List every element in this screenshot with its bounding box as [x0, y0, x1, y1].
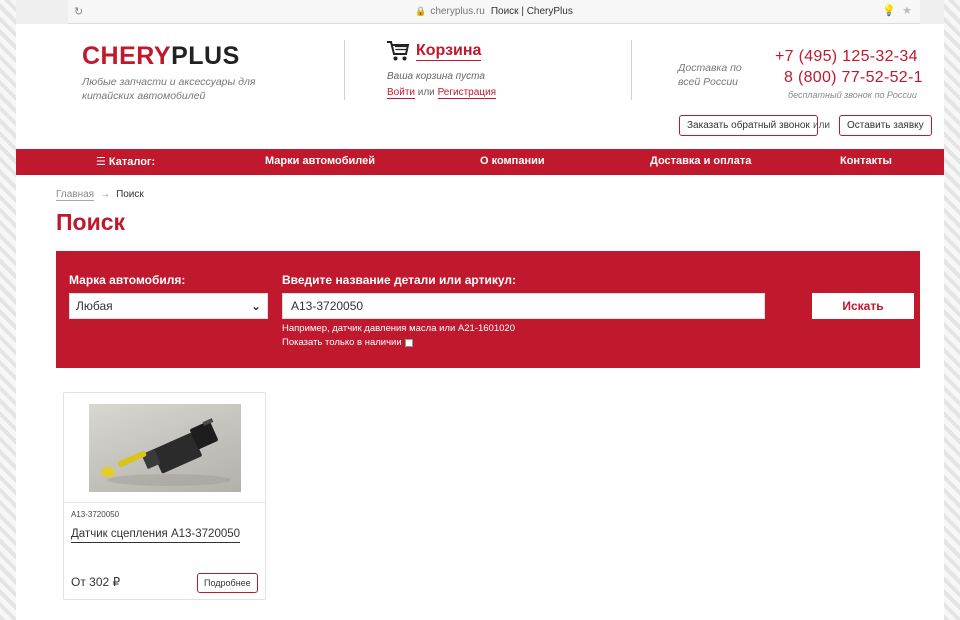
breadcrumb: Главная → Поиск	[56, 189, 144, 201]
nav-item-contacts[interactable]: Контакты	[840, 155, 892, 167]
product-name-link[interactable]: Датчик сцепления A13-3720050	[71, 527, 241, 543]
clutch-sensor-picture	[101, 418, 231, 486]
leave-request-button[interactable]: Оставить заявку	[839, 115, 932, 136]
register-link[interactable]: Регистрация	[437, 87, 497, 99]
left-side-pattern	[0, 0, 16, 620]
in-stock-filter[interactable]: Показать только в наличии	[282, 337, 413, 348]
car-brand-label: Марка автомобиля:	[69, 273, 186, 287]
cart-link[interactable]: Корзина	[416, 41, 482, 61]
bookmark-star-icon[interactable]: ★	[902, 4, 912, 17]
free-call-note: бесплатный звонок по России	[788, 90, 917, 100]
auth-or-text: или	[417, 87, 435, 98]
product-image[interactable]	[89, 404, 241, 492]
site-tagline: Любые запчасти и аксессуары для китайски…	[82, 76, 256, 102]
search-hint: Например, датчик давления масла или A21-…	[282, 323, 515, 334]
breadcrumb-home-link[interactable]: Главная	[56, 189, 95, 201]
chevron-down-icon: ⌄	[250, 299, 261, 313]
page: CHERYPLUS Любые запчасти и аксессуары дл…	[16, 24, 944, 620]
main-navigation: ☰ Каталог: Марки автомобилей О компании Д…	[16, 149, 944, 175]
or-text: или	[813, 120, 831, 131]
page-title: Поиск	[56, 209, 126, 235]
nav-item-car-brands[interactable]: Марки автомобилей	[265, 155, 375, 167]
right-side-pattern	[944, 0, 960, 620]
search-button[interactable]: Искать	[812, 293, 914, 319]
part-search-input[interactable]	[282, 293, 765, 319]
nav-item-about[interactable]: О компании	[480, 155, 545, 167]
breadcrumb-current: Поиск	[116, 189, 144, 200]
part-query-label: Введите название детали или артикул:	[282, 273, 516, 287]
product-card[interactable]: A13-3720050 Датчик сцепления A13-3720050…	[63, 392, 266, 600]
site-logo[interactable]: CHERYPLUS	[82, 42, 240, 71]
car-brand-select[interactable]: Любая ⌄	[69, 293, 268, 319]
delivery-note: Доставка по всей России	[678, 62, 742, 88]
phone-number-tollfree[interactable]: 8 (800) 77-52-52-1	[784, 69, 923, 87]
phone-number-primary[interactable]: +7 (495) 125-32-34	[775, 48, 918, 66]
in-stock-checkbox[interactable]	[404, 338, 413, 347]
header-divider	[631, 40, 632, 100]
breadcrumb-arrow-icon: →	[100, 189, 111, 200]
callback-request-button[interactable]: Заказать обратный звонок	[679, 115, 818, 136]
cart-status: Ваша корзина пуста	[387, 71, 485, 82]
product-details-button[interactable]: Подробнее	[197, 573, 258, 593]
login-link[interactable]: Войти	[387, 87, 415, 99]
in-stock-label: Показать только в наличии	[282, 337, 402, 348]
product-sku: A13-3720050	[71, 510, 120, 519]
menu-burger-icon: ☰	[96, 156, 106, 168]
browser-address-bar[interactable]: ↻ 🔒 cheryplus.ru Поиск | CheryPlus 💡 ★	[68, 0, 920, 24]
card-divider	[64, 502, 265, 503]
car-brand-selected-value: Любая	[76, 299, 113, 313]
search-panel: Марка автомобиля: Введите название детал…	[56, 251, 920, 368]
header-divider	[344, 40, 345, 100]
nav-item-delivery[interactable]: Доставка и оплата	[650, 155, 751, 167]
browser-page-title: Поиск | CheryPlus	[490, 6, 573, 17]
auth-links: Войти или Регистрация	[387, 87, 497, 99]
lock-icon: 🔒	[415, 6, 427, 16]
nav-item-catalog[interactable]: ☰ Каталог:	[96, 155, 155, 168]
url-domain: cheryplus.ru	[430, 6, 485, 17]
lightbulb-icon[interactable]: 💡	[882, 4, 896, 17]
reload-icon[interactable]: ↻	[74, 5, 83, 18]
shopping-cart-icon[interactable]	[386, 40, 410, 62]
product-price: От 302 ₽	[71, 575, 121, 589]
